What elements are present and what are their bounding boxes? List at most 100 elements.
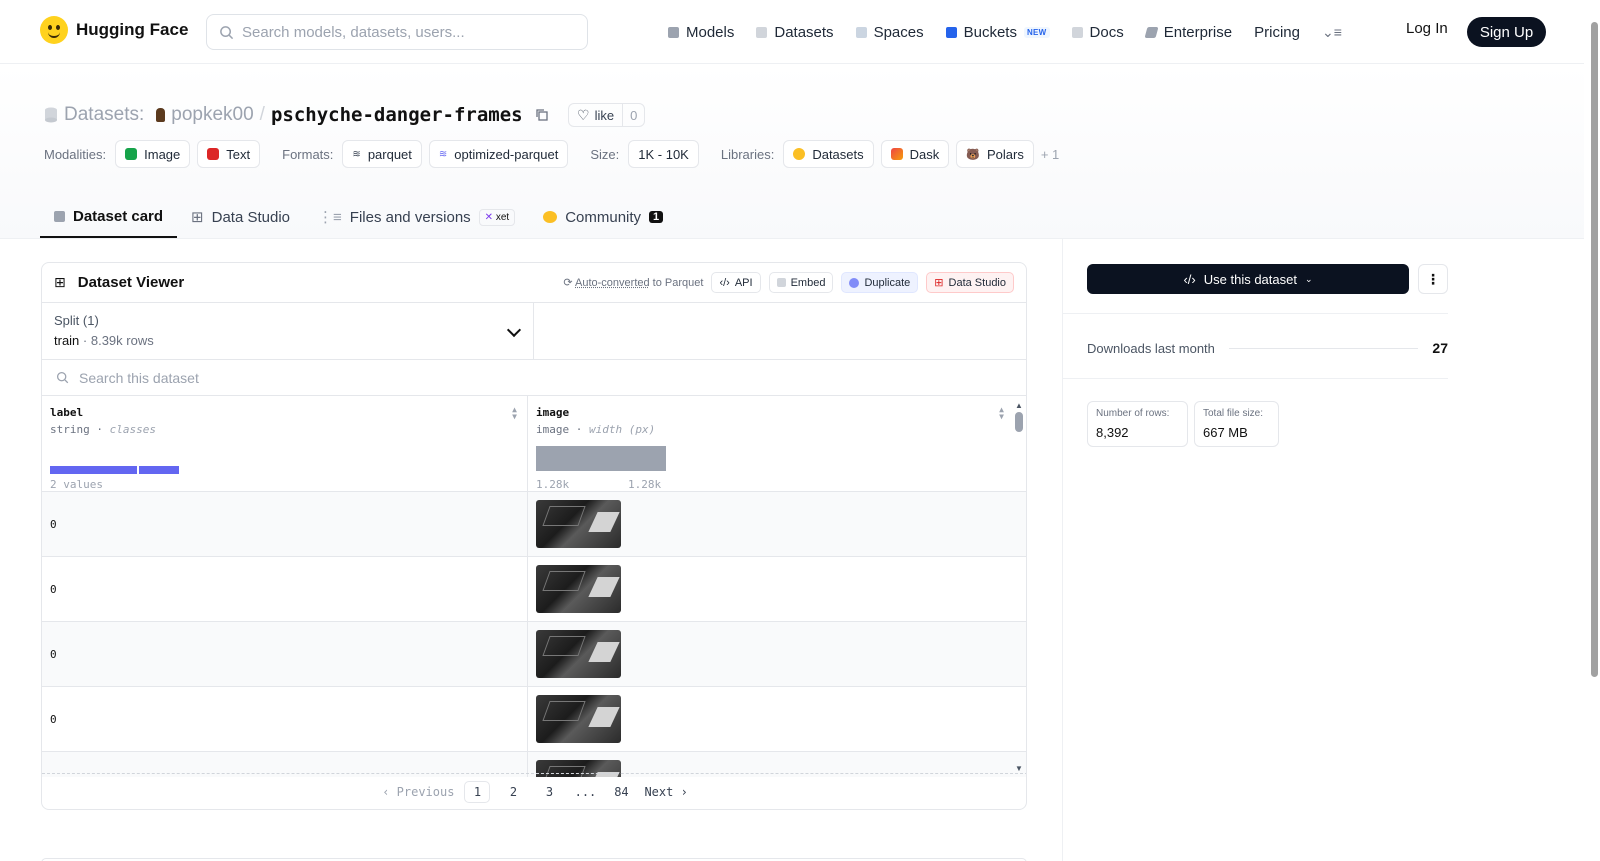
image-icon bbox=[125, 148, 138, 160]
page-ellipsis: ... bbox=[574, 784, 597, 799]
copy-icon[interactable] bbox=[535, 108, 549, 122]
repo-owner[interactable]: popkek00 bbox=[171, 104, 253, 126]
files-icon: ⋮≡ bbox=[318, 209, 342, 226]
more-menu-button[interactable]: ⌄≡ bbox=[1322, 24, 1342, 41]
row-count-label: Number of rows: bbox=[1096, 408, 1170, 419]
more-options-button[interactable]: ⋮ bbox=[1418, 264, 1448, 294]
table-row[interactable]: 0 bbox=[42, 622, 1026, 687]
nav-pricing[interactable]: Pricing bbox=[1254, 24, 1300, 41]
image-thumbnail[interactable] bbox=[536, 695, 621, 743]
hugging-face-icon bbox=[793, 148, 806, 160]
page-1[interactable]: 1 bbox=[464, 780, 491, 803]
dataset-search[interactable] bbox=[42, 360, 1026, 396]
label-cell: 0 bbox=[42, 622, 528, 686]
column-headers: label string · classes ▲ ▼ 2 values image… bbox=[42, 396, 1026, 492]
tag-library-datasets[interactable]: Datasets bbox=[783, 140, 874, 168]
column-header-label[interactable]: label string · classes ▲ ▼ 2 values bbox=[42, 396, 528, 491]
brand-logo[interactable]: Hugging Face bbox=[40, 16, 188, 44]
split-selector[interactable]: Split (1) train · 8.39k rows bbox=[42, 303, 534, 359]
scroll-down-icon[interactable]: ▼ bbox=[1015, 764, 1023, 773]
user-avatar bbox=[156, 108, 166, 122]
like-count: 0 bbox=[622, 104, 644, 126]
global-search-input[interactable] bbox=[242, 23, 562, 41]
bucket-icon bbox=[945, 26, 957, 38]
table-scrollbar[interactable]: ▲ ▼ bbox=[1014, 401, 1024, 773]
histogram-min: 1.28k bbox=[536, 478, 570, 491]
search-icon bbox=[220, 25, 234, 39]
nav-spaces[interactable]: Spaces bbox=[855, 24, 924, 41]
tag-library-polars[interactable]: 🐻 Polars bbox=[956, 140, 1034, 168]
duplicate-button[interactable]: Duplicate bbox=[841, 272, 919, 293]
breadcrumb: Datasets: popkek00 / pschyche-danger-fra… bbox=[44, 104, 549, 126]
tab-community[interactable]: Community 1 bbox=[529, 196, 677, 238]
community-count-badge: 1 bbox=[649, 211, 664, 223]
nav-models[interactable]: Models bbox=[668, 24, 734, 41]
repo-name[interactable]: pschyche-danger-frames bbox=[271, 104, 523, 126]
previous-page-button[interactable]: ‹ Previous bbox=[382, 785, 454, 799]
downloads-stat: Downloads last month 27 bbox=[1087, 340, 1448, 356]
page-scrollbar[interactable] bbox=[1589, 0, 1600, 861]
tag-library-dask[interactable]: Dask bbox=[880, 140, 950, 168]
column-header-image[interactable]: image image · width (px) ▲ ▼ 1.28k 1.28k bbox=[528, 396, 1014, 491]
data-rows: 0 0 0 0 bbox=[42, 492, 1026, 777]
signup-button[interactable]: Sign Up bbox=[1467, 17, 1546, 47]
xet-badge: ✕ xet bbox=[478, 208, 516, 226]
parquet-icon: ≋ bbox=[352, 148, 361, 160]
tab-data-studio[interactable]: ⊞ Data Studio bbox=[177, 196, 304, 238]
sort-icon[interactable]: ▲ ▼ bbox=[999, 406, 1004, 421]
page-3[interactable]: 3 bbox=[536, 781, 562, 803]
tag-modality-image[interactable]: Image bbox=[115, 140, 191, 168]
tab-dataset-card[interactable]: Dataset card bbox=[40, 196, 178, 238]
table-row[interactable]: 0 bbox=[42, 557, 1026, 622]
class-distribution-bar[interactable] bbox=[50, 466, 179, 474]
image-thumbnail[interactable] bbox=[536, 630, 621, 678]
like-button[interactable]: ♡ like 0 bbox=[568, 103, 646, 127]
nav-enterprise[interactable]: Enterprise bbox=[1144, 24, 1232, 41]
row-count-value: 8,392 bbox=[1096, 425, 1129, 440]
optimized-parquet-icon: ≋ bbox=[438, 148, 448, 160]
code-icon: ‹/› bbox=[1183, 271, 1196, 287]
tab-files-and-versions[interactable]: ⋮≡ Files and versions ✕ xet bbox=[304, 196, 529, 238]
nav-docs[interactable]: Docs bbox=[1071, 24, 1124, 41]
community-icon bbox=[543, 211, 558, 223]
api-button[interactable]: ‹/› API bbox=[711, 272, 761, 293]
repo-tabs: Dataset card ⊞ Data Studio ⋮≡ Files and ve… bbox=[40, 196, 677, 238]
page-scrollbar-thumb[interactable] bbox=[1591, 22, 1598, 677]
tag-size[interactable]: 1K - 10K bbox=[628, 140, 699, 168]
column-name: image bbox=[536, 406, 570, 419]
tag-format-optimized-parquet[interactable]: ≋ optimized-parquet bbox=[428, 140, 569, 168]
table-row[interactable]: 0 bbox=[42, 687, 1026, 752]
global-search[interactable] bbox=[206, 14, 588, 50]
column-name: label bbox=[50, 406, 84, 419]
row-count-stat: Number of rows: 8,392 bbox=[1087, 401, 1188, 447]
login-link[interactable]: Log In bbox=[1406, 20, 1448, 37]
book-icon bbox=[1071, 26, 1083, 38]
viewer-title: Dataset Viewer bbox=[77, 274, 185, 291]
next-page-button[interactable]: Next › bbox=[644, 785, 687, 799]
image-thumbnail[interactable] bbox=[536, 500, 621, 548]
embed-button[interactable]: Embed bbox=[768, 272, 834, 293]
tag-format-parquet[interactable]: ≋ parquet bbox=[342, 140, 422, 168]
data-studio-button[interactable]: ⊞ Data Studio bbox=[926, 272, 1014, 293]
scrollbar-thumb[interactable] bbox=[1015, 412, 1023, 432]
nav-buckets[interactable]: Buckets NEW bbox=[945, 24, 1050, 41]
tag-modality-text[interactable]: Text bbox=[197, 140, 261, 168]
scroll-up-icon[interactable]: ▲ bbox=[1014, 401, 1024, 410]
nav-datasets[interactable]: Datasets bbox=[756, 24, 834, 41]
page-2[interactable]: 2 bbox=[500, 781, 526, 803]
libraries-more[interactable]: + 1 bbox=[1041, 147, 1059, 162]
table-row[interactable]: 0 bbox=[42, 492, 1026, 557]
image-thumbnail[interactable] bbox=[536, 565, 621, 613]
cube-icon bbox=[668, 26, 679, 38]
kebab-icon: ⋮ bbox=[1426, 270, 1440, 287]
repo-type-label[interactable]: Datasets: bbox=[64, 104, 144, 126]
dataset-search-input[interactable] bbox=[79, 369, 479, 386]
page-84[interactable]: 84 bbox=[608, 781, 634, 803]
search-icon bbox=[56, 371, 69, 384]
width-histogram[interactable] bbox=[536, 446, 666, 471]
top-navbar: Hugging Face Models Datasets Spaces Buck… bbox=[0, 0, 1584, 64]
sort-icon[interactable]: ▲ ▼ bbox=[512, 406, 517, 421]
use-this-dataset-button[interactable]: ‹/› Use this dataset ⌄ bbox=[1087, 264, 1409, 294]
file-size-value: 667 MB bbox=[1203, 425, 1248, 440]
pagination: ‹ Previous 1 2 3 ... 84 Next › bbox=[42, 773, 1026, 809]
